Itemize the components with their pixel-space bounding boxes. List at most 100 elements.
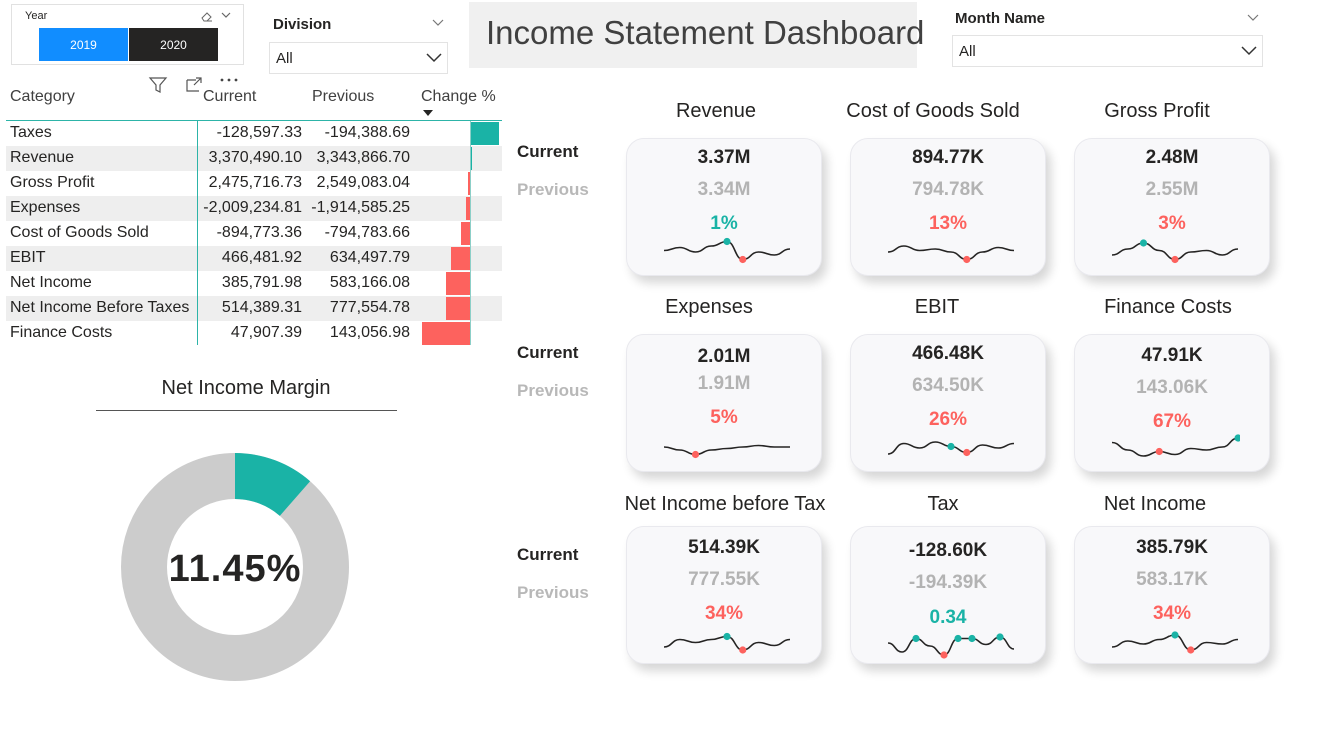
year-slicer: Year 2019 2020	[11, 4, 244, 65]
kpi-current-value: 2.48M	[1145, 147, 1199, 168]
sparkline-marker	[940, 651, 948, 659]
kpi-previous-value: 634.50K	[912, 375, 984, 396]
previous-label: Previous	[517, 583, 589, 602]
sparkline-path	[887, 636, 1015, 656]
current-label: Current	[517, 142, 579, 161]
kpi-current-value: 894.77K	[912, 147, 984, 168]
sparkline-marker	[954, 634, 962, 643]
kpi-change-value: 34%	[1152, 603, 1192, 624]
kpi-sparkline	[663, 444, 790, 459]
table-row[interactable]: Expenses -2,009,234.81 -1,914,585.25	[6, 196, 502, 221]
kpi-previous-value: 794.78K	[912, 179, 984, 200]
table-row[interactable]: Revenue 3,370,490.10 3,343,866.70	[6, 146, 502, 171]
table-row[interactable]: Gross Profit 2,475,716.73 2,549,083.04	[6, 171, 502, 196]
kpi-card-finance-costs[interactable]: 47.91K 143.06K 67%	[1074, 334, 1270, 472]
column-header-change[interactable]: Change %	[421, 88, 496, 106]
kpi-card-ebit[interactable]: 466.48K 634.50K 26%	[850, 334, 1046, 472]
kpi-current-value: -128.60K	[908, 540, 988, 561]
sparkline-marker	[723, 237, 731, 246]
table-row[interactable]: Net Income Before Taxes 514,389.31 777,554…	[6, 296, 502, 321]
cell-current: 47,907.39	[230, 324, 302, 341]
change-bar	[422, 322, 470, 345]
cell-previous: 2,549,083.04	[316, 174, 410, 191]
kpi-card-cost-of-goods-sold[interactable]: 894.77K 794.78K 13%	[850, 138, 1046, 276]
cell-current: 514,389.31	[221, 299, 302, 316]
column-header-current[interactable]: Current	[203, 88, 256, 106]
eraser-icon[interactable]	[200, 9, 214, 23]
kpi-sparkline	[1111, 434, 1240, 457]
kpi-current-value: 466.48K	[912, 343, 984, 364]
sparkline-marker	[1139, 239, 1148, 247]
cell-category: Revenue	[10, 149, 75, 166]
kpi-card-revenue[interactable]: 3.37M 3.34M 1%	[626, 138, 822, 276]
change-bar	[446, 272, 470, 295]
kpi-title-cost-of-goods-sold: Cost of Goods Sold	[846, 100, 1020, 122]
cell-current: 2,475,716.73	[208, 174, 302, 191]
change-bar	[461, 222, 470, 245]
kpi-sparkline	[663, 237, 791, 264]
category-table: Category Current Previous Change % Taxes…	[6, 84, 502, 349]
cell-category: Net Income Before Taxes	[10, 299, 190, 316]
previous-label: Previous	[517, 381, 589, 400]
sparkline-marker	[1155, 447, 1163, 456]
chevron-down-icon[interactable]	[1246, 13, 1260, 23]
kpi-title-gross-profit: Gross Profit	[1104, 100, 1210, 122]
sparkline-marker	[1171, 631, 1179, 639]
kpi-current-value: 3.37M	[697, 147, 751, 168]
kpi-card-tax[interactable]: -128.60K -194.39K 0.34	[850, 526, 1046, 664]
cell-current: -128,597.33	[216, 124, 302, 141]
chevron-down-icon[interactable]	[431, 18, 445, 28]
kpi-card-expenses[interactable]: 2.01M 1.91M 5%	[626, 334, 822, 472]
cell-previous: -1,914,585.25	[311, 199, 410, 216]
sparkline-marker	[947, 442, 955, 451]
cell-current: 385,791.98	[221, 274, 302, 291]
kpi-card-net-income[interactable]: 385.79K 583.17K 34%	[1074, 526, 1270, 664]
kpi-title-revenue: Revenue	[675, 100, 757, 122]
cell-category: Finance Costs	[10, 324, 113, 341]
table-row[interactable]: Taxes -128,597.33 -194,388.69	[6, 121, 502, 146]
kpi-card-net-income-before-tax[interactable]: 514.39K 777.55K 34%	[626, 526, 822, 664]
chevron-down-icon[interactable]	[425, 52, 443, 64]
sparkline-marker	[739, 255, 747, 264]
cell-category: Gross Profit	[10, 174, 95, 191]
year-option-2019[interactable]: 2019	[39, 28, 128, 61]
year-option-2020[interactable]: 2020	[129, 28, 218, 61]
change-bar	[471, 122, 499, 145]
cell-current: -894,773.36	[216, 224, 302, 241]
kpi-current-value: 385.79K	[1136, 537, 1208, 558]
kpi-sparkline	[663, 632, 791, 654]
table-row[interactable]: Cost of Goods Sold -894,773.36 -794,783.66	[6, 221, 502, 246]
kpi-previous-value: 1.91M	[697, 373, 751, 394]
kpi-previous-value: 777.55K	[688, 569, 760, 590]
division-dropdown[interactable]: All	[269, 42, 448, 74]
kpi-sparkline	[887, 633, 1015, 659]
donut-margin-arc[interactable]	[234, 453, 311, 517]
column-header-category[interactable]: Category	[10, 88, 75, 106]
kpi-sparkline	[887, 441, 1015, 457]
sparkline-marker	[996, 633, 1004, 641]
previous-label: Previous	[517, 180, 589, 199]
change-bar	[451, 247, 470, 270]
kpi-card-gross-profit[interactable]: 2.48M 2.55M 3%	[1074, 138, 1270, 276]
sparkline-marker	[723, 632, 731, 641]
cell-previous: 3,343,866.70	[316, 149, 410, 166]
sparkline-marker	[912, 634, 920, 643]
kpi-sparkline	[887, 245, 1015, 264]
cell-previous: 634,497.79	[329, 249, 410, 266]
month-dropdown[interactable]: All	[952, 35, 1263, 67]
table-row[interactable]: EBIT 466,481.92 634,497.79	[6, 246, 502, 271]
chevron-down-icon[interactable]	[1240, 45, 1258, 57]
month-slicer: Month Name All	[952, 9, 1264, 69]
kpi-previous-value: 2.55M	[1145, 179, 1199, 200]
kpi-title-tax: Tax	[927, 493, 959, 515]
sparkline-marker	[1187, 646, 1195, 654]
table-row[interactable]: Finance Costs 47,907.39 143,056.98	[6, 321, 502, 346]
table-row[interactable]: Net Income 385,791.98 583,166.08	[6, 271, 502, 296]
column-header-previous[interactable]: Previous	[312, 88, 374, 106]
chevron-down-icon[interactable]	[220, 9, 232, 21]
net-income-margin-title: Net Income Margin	[161, 377, 331, 399]
division-slicer-title: Division	[273, 16, 332, 33]
cell-previous: 583,166.08	[329, 274, 410, 291]
current-label: Current	[517, 545, 579, 564]
change-bar	[471, 147, 472, 170]
